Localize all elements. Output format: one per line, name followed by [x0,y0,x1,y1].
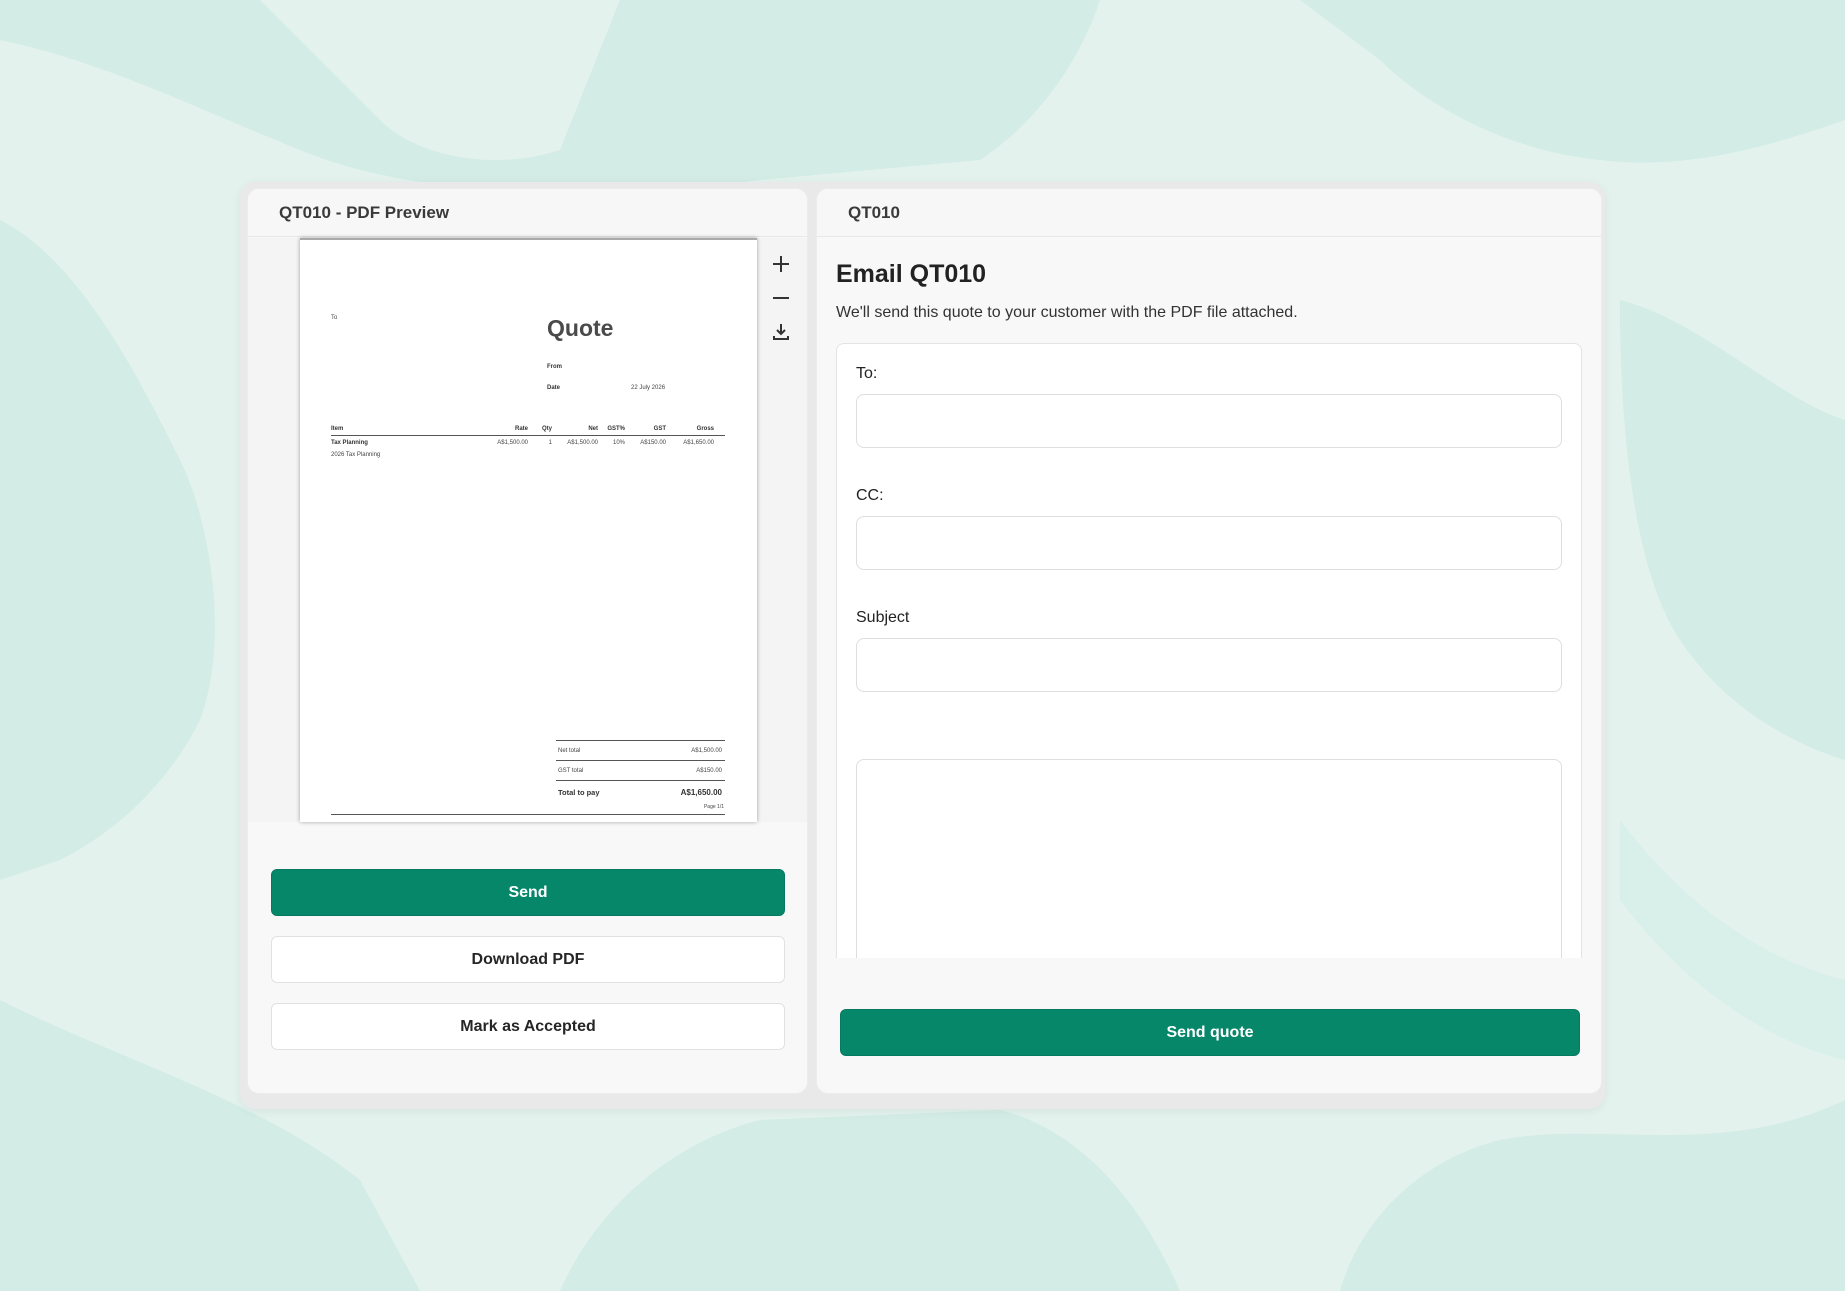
email-panel-title: QT010 [817,189,1601,237]
email-subheading: We'll send this quote to your customer w… [836,304,1298,321]
pdf-footer-rule [331,814,725,815]
message-textarea[interactable] [856,759,1562,958]
download-icon[interactable] [769,320,793,344]
pdf-totals-rule-top [556,740,725,741]
email-panel: QT010 Email QT010 We'll send this quote … [816,188,1602,1094]
pdf-title: Quote [547,315,614,341]
email-heading: Email QT010 [836,260,987,288]
pdf-totals-rule-bottom [556,780,725,781]
to-label: To: [856,365,878,382]
pdf-date-label: Date [547,385,561,391]
cc-input[interactable] [856,516,1562,570]
pdf-col-net: Net [588,426,598,432]
send-button[interactable]: Send [271,869,785,916]
zoom-in-icon[interactable] [769,252,793,276]
pdf-item-net: A$1,500.00 [567,440,598,446]
pdf-toolbar [769,252,793,354]
pdf-col-gst: GST [653,426,666,432]
quote-window: QT010 - PDF Preview To Quote From Date 2… [240,182,1605,1109]
subject-input[interactable] [856,638,1562,692]
pdf-item-desc: 2026 Tax Planning [331,452,381,458]
pdf-page: To Quote From Date 22 July 2026 Item Rat… [300,238,757,822]
pdf-item-rate: A$1,500.00 [497,440,528,446]
pdf-gst-total-value: A$150.00 [696,768,722,774]
pdf-preview-panel: QT010 - PDF Preview To Quote From Date 2… [247,188,808,1094]
pdf-item-gst: A$150.00 [640,440,666,446]
pdf-item-gst-pct: 10% [612,440,625,446]
pdf-total-pay-label: Total to pay [558,788,600,797]
send-quote-button[interactable]: Send quote [840,1009,1580,1056]
pdf-col-item: Item [331,426,344,432]
zoom-out-icon[interactable] [769,286,793,310]
pdf-item-gross: A$1,650.00 [683,440,714,446]
pdf-col-gross: Gross [696,426,714,432]
pdf-col-rate: Rate [514,426,528,432]
pdf-totals-rule-mid [556,760,725,761]
pdf-col-gst-pct: GST% [607,426,625,432]
pdf-col-qty: Qty [541,426,552,432]
pdf-item-qty: 1 [548,440,552,446]
pdf-net-total-label: Net total [558,748,581,754]
pdf-total-pay-value: A$1,650.00 [680,788,722,797]
cc-label: CC: [856,487,884,504]
pdf-from-label: From [547,364,562,370]
pdf-viewer[interactable]: To Quote From Date 22 July 2026 Item Rat… [248,238,807,822]
pdf-to-label: To [331,315,338,321]
pdf-date-value: 22 July 2026 [631,385,666,391]
email-form: To: CC: Subject [836,343,1582,958]
to-input[interactable] [856,394,1562,448]
pdf-gst-total-label: GST total [558,768,584,774]
pdf-net-total-value: A$1,500.00 [691,748,722,754]
pdf-header-rule [331,435,725,436]
mark-as-accepted-button[interactable]: Mark as Accepted [271,1003,785,1050]
pdf-preview-title: QT010 - PDF Preview [248,189,807,237]
pdf-page-number: Page 1/1 [703,804,724,810]
pdf-item-name: Tax Planning [331,440,368,446]
subject-label: Subject [856,609,910,626]
download-pdf-button[interactable]: Download PDF [271,936,785,983]
